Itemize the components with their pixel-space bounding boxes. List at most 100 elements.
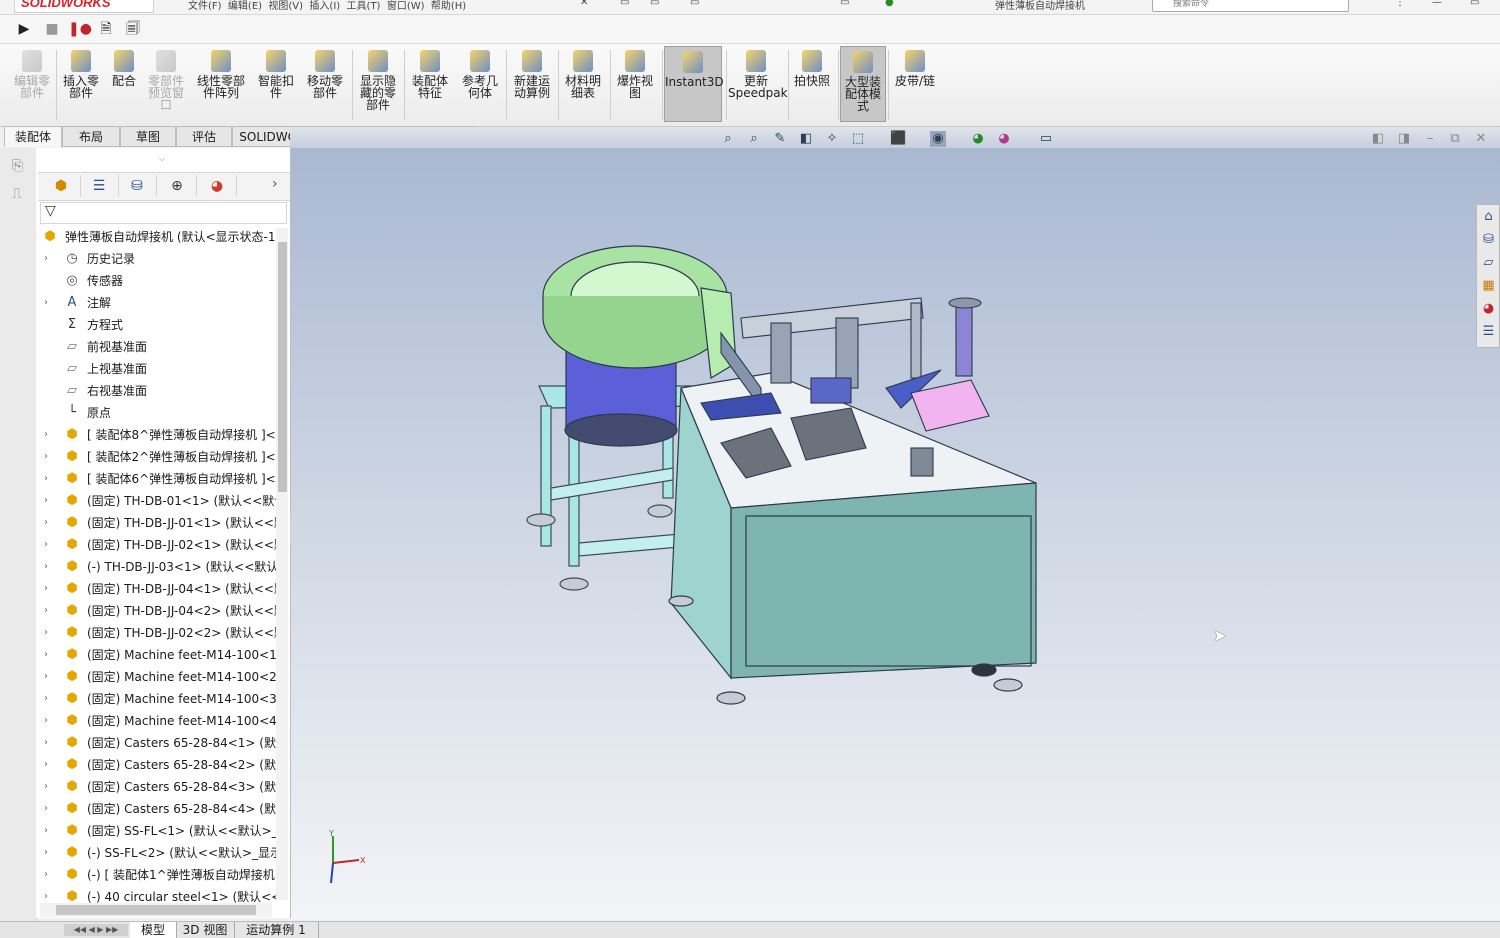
tree-item[interactable]: ⬢ 弹性薄板自动焊接机 (默认<显示状态-1>) <box>38 226 278 248</box>
tree-item[interactable]: › A 注解 <box>38 292 278 314</box>
tree-item[interactable]: ▱ 右视基准面 <box>38 380 278 402</box>
tree-item[interactable]: › ⬢ (固定) TH-DB-JJ-01<1> (默认<<默 <box>38 512 278 534</box>
pause-icon[interactable]: ❚● <box>68 19 92 39</box>
tree-horizontal-thumb[interactable] <box>56 905 256 915</box>
tab-model[interactable]: 模型 <box>130 922 177 938</box>
command-large-assembly-button[interactable]: 大型装 配体模 式 <box>840 46 886 122</box>
file-explorer-icon[interactable]: ▱ <box>1479 252 1498 273</box>
expand-arrow-icon[interactable]: › <box>44 644 54 666</box>
expand-arrow-icon[interactable]: › <box>44 622 54 644</box>
display-manager-tab-icon[interactable]: ◕ <box>198 175 237 197</box>
expand-arrow-icon[interactable]: › <box>44 754 54 776</box>
tree-item[interactable]: › ⬢ [ 装配体2^弹性薄板自动焊接机 ]< <box>38 446 278 468</box>
panel-splitter-icon[interactable]: ⌵ <box>159 154 165 164</box>
tree-item[interactable]: ▱ 上视基准面 <box>38 358 278 380</box>
assembly-model[interactable] <box>291 148 1500 920</box>
tree-item[interactable]: › ◷ 历史记录 <box>38 248 278 270</box>
search-input[interactable]: 搜索命令 <box>1152 0 1349 12</box>
tab-navigation-arrows[interactable]: ◀◀ ◀ ▶ ▶▶ <box>64 924 128 936</box>
dynamic-annotation-icon[interactable]: ✧ <box>824 131 840 147</box>
window-restore-icon[interactable]: ⧉ <box>1447 131 1463 147</box>
tree-item[interactable]: › ⬢ (固定) Casters 65-28-84<1> (默认 <box>38 732 278 754</box>
tree-item[interactable]: › ⬢ (-) SS-FL<2> (默认<<默认>_显示 <box>38 842 278 864</box>
command-show-hidden-button[interactable]: 显示隐 藏的零 部件 <box>354 46 402 122</box>
filter-icon[interactable]: ▽ <box>45 203 56 219</box>
expand-arrow-icon[interactable]: › <box>44 248 54 270</box>
tree-item[interactable]: › ⬢ (固定) Casters 65-28-84<3> (默认 <box>38 776 278 798</box>
appearances-icon[interactable]: ◕ <box>1479 298 1498 319</box>
tree-item[interactable]: › ⬢ (固定) Machine feet-M14-100<3 <box>38 688 278 710</box>
section-view-icon[interactable]: ◧ <box>798 131 814 147</box>
edit-appearance-icon[interactable]: ◕ <box>970 131 986 147</box>
close-menu-icon[interactable]: ✕ <box>580 0 588 8</box>
tree-item[interactable]: › ⬢ (固定) Machine feet-M14-100<2 <box>38 666 278 688</box>
expand-arrow-icon[interactable]: › <box>44 666 54 688</box>
tab-3d-view[interactable]: 3D 视图 <box>176 922 235 938</box>
open-icon[interactable]: ▭ <box>650 0 659 8</box>
expand-arrow-icon[interactable]: › <box>44 820 54 842</box>
tree-item[interactable]: › ⬢ (固定) TH-DB-01<1> (默认<<默认 <box>38 490 278 512</box>
tree-item[interactable]: › ⬢ [ 装配体6^弹性薄板自动焊接机 ]< <box>38 468 278 490</box>
tree-item[interactable]: › ⬢ (固定) SS-FL<1> (默认<<默认>_显 <box>38 820 278 842</box>
command-bom-button[interactable]: 材料明 细表 <box>560 46 606 122</box>
zoom-area-icon[interactable]: ⌕ <box>746 131 762 147</box>
tree-item[interactable]: › ⬢ (固定) TH-DB-JJ-02<2> (默认<<默 <box>38 622 278 644</box>
command-smart-fastener-button[interactable]: 智能扣 件 <box>254 46 298 122</box>
featuremanager-tab-icon[interactable]: ⬢ <box>42 175 81 197</box>
previous-view-icon[interactable]: ✎ <box>772 131 788 147</box>
tree-item[interactable]: ▱ 前视基准面 <box>38 336 278 358</box>
expand-arrow-icon[interactable]: › <box>44 490 54 512</box>
hide-show-items-icon[interactable]: ◉ <box>930 131 946 147</box>
tab-motion-study[interactable]: 运动算例 1 <box>234 922 319 938</box>
zoom-to-fit-icon[interactable]: ⌕ <box>720 131 736 147</box>
tab-1[interactable]: 布局 <box>62 126 120 147</box>
expand-arrow-icon[interactable]: › <box>44 776 54 798</box>
tab-0[interactable]: 装配体 <box>4 126 62 147</box>
design-library-icon[interactable]: ⛁ <box>1479 229 1498 250</box>
solidworks-logo[interactable]: SOLIDWORKS <box>14 0 154 13</box>
tree-item[interactable]: › ⬢ (-) TH-DB-JJ-03<1> (默认<<默认 <box>38 556 278 578</box>
propertymanager-tab-icon[interactable]: ☰ <box>80 175 119 197</box>
expand-arrow-icon[interactable]: › <box>44 798 54 820</box>
menu-bar[interactable]: 文件(F) 编辑(E) 视图(V) 插入(I) 工具(T) 窗口(W) 帮助(H… <box>188 0 466 12</box>
record-icon[interactable]: 🗎 <box>96 19 116 39</box>
expand-arrow-icon[interactable]: › <box>44 688 54 710</box>
expand-arrow-icon[interactable]: › <box>44 842 54 864</box>
more-icon[interactable]: ⋮ <box>1395 0 1405 8</box>
expand-arrow-icon[interactable]: › <box>44 468 54 490</box>
command-edit-component-button[interactable]: 编辑零 部件 <box>10 46 54 122</box>
expand-arrow-icon[interactable]: › <box>44 446 54 468</box>
rebuild-icon[interactable]: ● <box>885 0 894 8</box>
expand-arrow-icon[interactable]: › <box>44 512 54 534</box>
custom-properties-icon[interactable]: ☰ <box>1479 321 1498 342</box>
play-icon[interactable]: ▶ <box>14 19 34 39</box>
expand-arrow-icon[interactable]: › <box>44 864 54 886</box>
tab-3[interactable]: 评估 <box>176 126 232 147</box>
chevron-right-icon[interactable]: › <box>272 176 278 192</box>
window-close-icon[interactable]: ✕ <box>1473 131 1489 147</box>
tree-item[interactable]: Σ 方程式 <box>38 314 278 336</box>
command-mate-button[interactable]: 配合 <box>108 46 140 122</box>
command-linear-pattern-button[interactable]: 线性零部 件阵列 <box>192 46 250 122</box>
command-preview-window-button[interactable]: 零部件 预览窗 口 <box>144 46 188 122</box>
command-belt-chain-button[interactable]: 皮带/链 <box>890 46 940 122</box>
window-minimize-icon[interactable]: – <box>1422 131 1438 147</box>
new-icon[interactable]: ▭ <box>620 0 629 8</box>
viewport-split-left-icon[interactable]: ◧ <box>1370 131 1386 147</box>
expand-arrow-icon[interactable]: › <box>44 534 54 556</box>
tree-item[interactable]: › ⬢ (-) [ 装配体1^弹性薄板自动焊接机 <box>38 864 278 886</box>
expand-arrow-icon[interactable]: › <box>44 556 54 578</box>
command-move-component-button[interactable]: 移动零 部件 <box>302 46 348 122</box>
tree-item[interactable]: › ⬢ (固定) TH-DB-JJ-04<2> (默认<<默 <box>38 600 278 622</box>
command-exploded-view-button[interactable]: 爆炸视 图 <box>612 46 658 122</box>
expand-arrow-icon[interactable]: › <box>44 600 54 622</box>
command-motion-study-button[interactable]: 新建运 动算例 <box>508 46 556 122</box>
view-settings-icon[interactable]: ▭ <box>1038 131 1054 147</box>
expand-arrow-icon[interactable]: › <box>44 732 54 754</box>
save-icon[interactable]: ▭ <box>690 0 699 8</box>
stop-icon[interactable]: ■ <box>42 19 62 39</box>
command-reference-geometry-button[interactable]: 参考几 何体 <box>458 46 502 122</box>
tree-item[interactable]: › ⬢ (固定) Casters 65-28-84<4> (默认 <box>38 798 278 820</box>
tree-item[interactable]: ◎ 传感器 <box>38 270 278 292</box>
tree-item[interactable]: › ⬢ (-) 40 circular steel<1> (默认<<默 <box>38 886 278 904</box>
